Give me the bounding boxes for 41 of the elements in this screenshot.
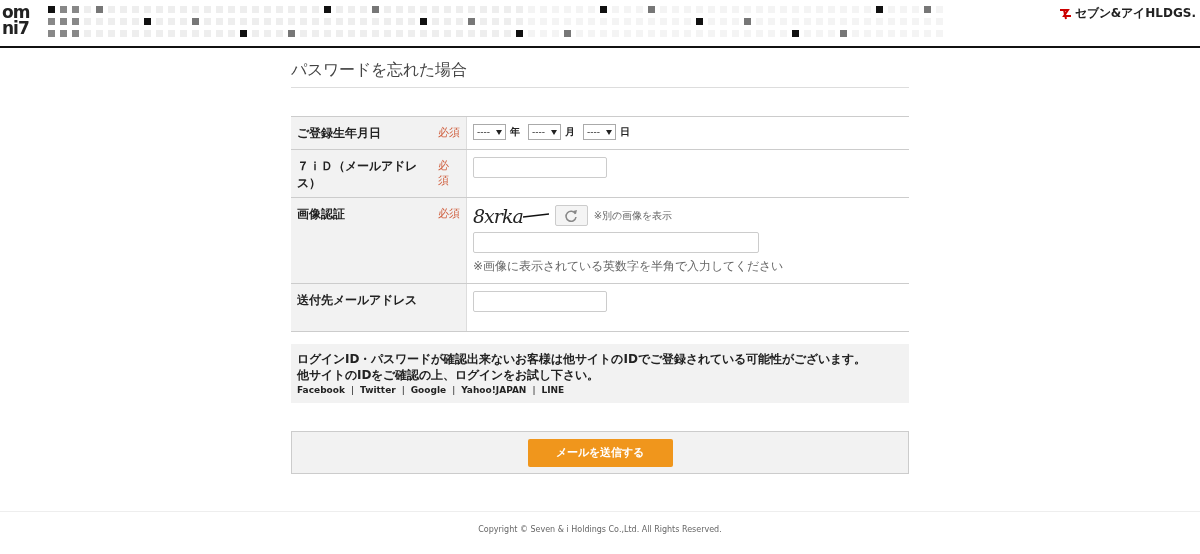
- input-field[interactable]: [473, 291, 607, 312]
- notice-text: 他サイトのIDをご確認の上、ログインをお試し下さい。: [297, 367, 601, 383]
- hint-text: ※画像に表示されている英数字を半角で入力してください: [473, 258, 785, 275]
- required-mark: 必須: [438, 125, 460, 140]
- input-field[interactable]: [473, 232, 759, 253]
- field-label: ７ｉＤ（メールアドレス）: [297, 158, 418, 192]
- brand-mark-icon: [1058, 7, 1073, 20]
- site-link[interactable]: Google: [410, 383, 447, 397]
- caret-icon: [606, 129, 612, 135]
- site-link[interactable]: Yahoo!JAPAN: [461, 383, 527, 397]
- site-link[interactable]: Twitter: [360, 383, 396, 397]
- separator: |: [532, 384, 536, 397]
- required-mark: 必須: [438, 158, 451, 188]
- page-title: パスワードを忘れた場合: [291, 60, 909, 88]
- separator: |: [401, 384, 405, 397]
- caret-icon: [551, 129, 557, 135]
- field-label: ご登録生年月日: [297, 125, 381, 142]
- separator: |: [350, 384, 354, 397]
- dropdown[interactable]: ----: [473, 124, 506, 140]
- notice-text: ログインID・パスワードが確認出来ないお客様は他サイトのIDでご登録されている可能性がございます。: [297, 351, 867, 367]
- brand-logo[interactable]: セブン&アイHLDGS.: [1074, 5, 1196, 22]
- dropdown[interactable]: ----: [528, 124, 561, 140]
- field-label: 画像認証: [297, 206, 345, 223]
- logo[interactable]: om ni7: [2, 2, 42, 36]
- copyright-text: Copyright © Seven & i Holdings Co.,Ltd. All Rights Reserved.: [477, 525, 723, 534]
- captcha-text: 8xrka: [473, 205, 523, 226]
- required-mark: 必須: [438, 206, 460, 221]
- refresh-icon: [564, 208, 579, 223]
- input-field[interactable]: [473, 157, 607, 178]
- unit-label: 月: [565, 125, 575, 139]
- separator: |: [452, 384, 456, 397]
- dropdown[interactable]: ----: [583, 124, 616, 140]
- site-link[interactable]: Facebook: [297, 383, 345, 397]
- refresh-link[interactable]: ※別の画像を表示: [593, 208, 673, 223]
- unit-label: 日: [620, 125, 630, 139]
- field-label: 送付先メールアドレス: [297, 292, 417, 309]
- refresh-button[interactable]: [554, 205, 588, 226]
- site-link[interactable]: LINE: [541, 383, 565, 397]
- strike-line-icon: [522, 212, 549, 219]
- unit-label: 年: [510, 125, 520, 139]
- caret-icon: [496, 129, 502, 135]
